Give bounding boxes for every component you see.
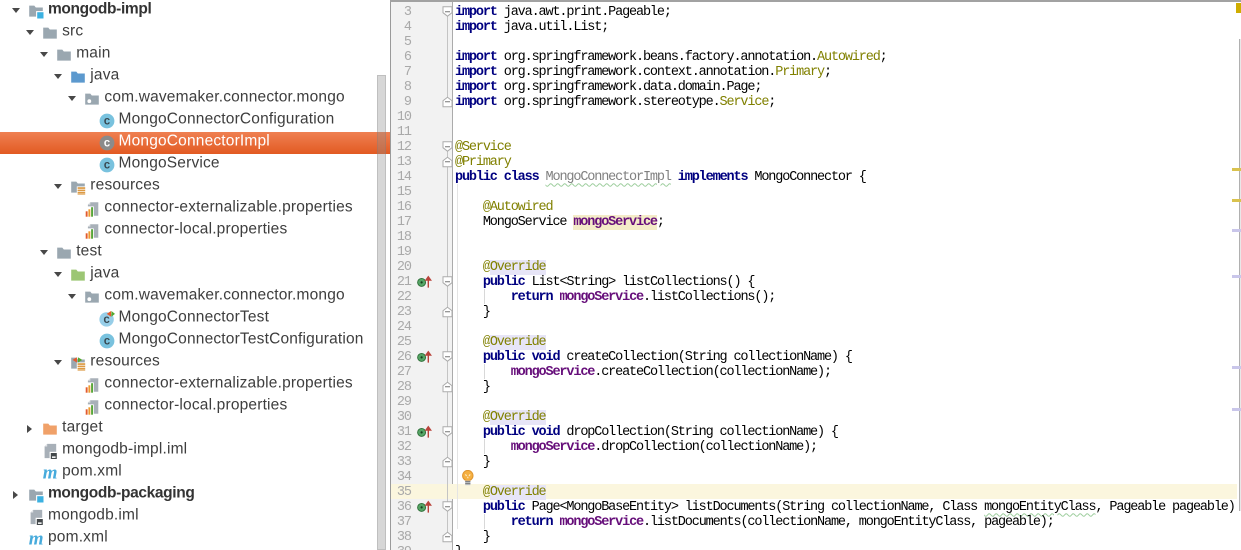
svg-text:C: C	[103, 161, 110, 173]
svg-text:m: m	[29, 531, 44, 547]
svg-text:C: C	[103, 117, 110, 129]
svg-text:m: m	[43, 465, 58, 481]
svg-text:C: C	[103, 139, 110, 151]
svg-text:C: C	[103, 315, 110, 327]
svg-text:C: C	[103, 337, 110, 349]
